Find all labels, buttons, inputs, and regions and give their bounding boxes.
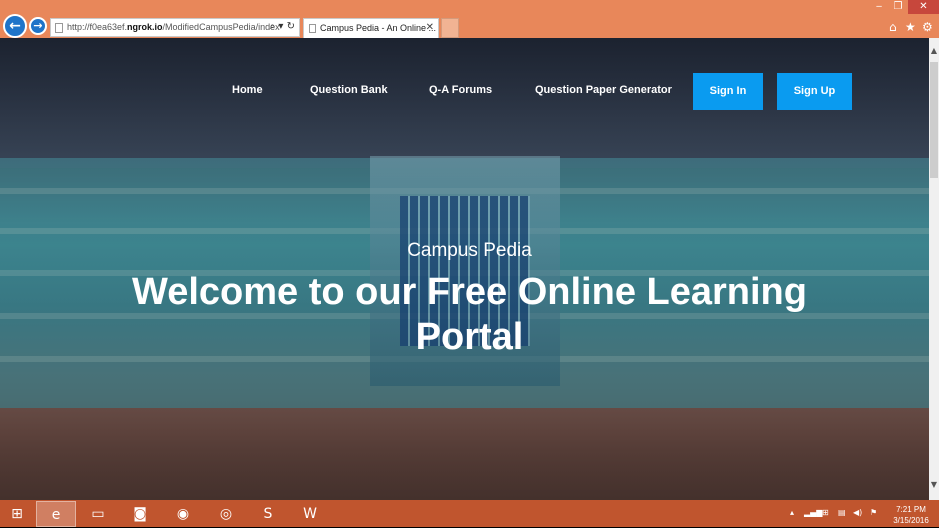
tab-campus-pedia[interactable]: Campus Pedia - An Online ... ✕ bbox=[303, 18, 439, 38]
start-windows-icon[interactable]: ⊞ bbox=[0, 501, 34, 527]
home-icon[interactable]: ⌂ bbox=[889, 20, 897, 34]
restore-icon[interactable]: ❐ bbox=[889, 0, 907, 14]
clock-time: 7:21 PM bbox=[896, 505, 926, 514]
favorites-star-icon[interactable]: ★ bbox=[905, 20, 916, 34]
forward-arrow-icon[interactable]: → bbox=[29, 17, 47, 35]
address-bar[interactable]: http://f0ea63ef.ngrok.io/ModifiedCampusP… bbox=[50, 18, 300, 37]
tab-page-icon bbox=[309, 24, 316, 33]
close-window-icon[interactable]: ✕ bbox=[908, 0, 939, 14]
url-prefix: http://f0ea63ef. bbox=[67, 22, 128, 32]
system-clock[interactable]: 7:21 PM 3/15/2016 bbox=[886, 504, 936, 526]
settings-gear-icon[interactable]: ⚙ bbox=[922, 20, 933, 34]
minimize-icon[interactable]: ‒ bbox=[870, 0, 888, 14]
skype-icon[interactable]: S bbox=[248, 501, 288, 527]
nav-home[interactable]: Home bbox=[232, 84, 263, 96]
clock-date: 3/15/2016 bbox=[893, 516, 929, 525]
tab-close-icon[interactable]: ✕ bbox=[426, 22, 434, 33]
tab-title: Campus Pedia - An Online ... bbox=[320, 23, 437, 33]
store-icon[interactable]: ◙ bbox=[120, 501, 160, 527]
scroll-down-icon[interactable]: ▼ bbox=[929, 480, 939, 492]
search-refresh-icon[interactable]: ⌕ ▾ ↻ bbox=[270, 21, 295, 32]
nav-qa-forums[interactable]: Q-A Forums bbox=[429, 84, 492, 96]
signal-icon[interactable]: ▂▄▆ bbox=[804, 508, 822, 517]
scroll-up-icon[interactable]: ▲ bbox=[929, 46, 939, 58]
brand-name: Campus Pedia bbox=[407, 240, 532, 261]
url-domain: ngrok.io bbox=[127, 22, 163, 32]
nav-question-paper-generator[interactable]: Question Paper Generator bbox=[535, 84, 672, 96]
word-icon[interactable]: W bbox=[290, 501, 330, 527]
hero-headline: Welcome to our Free Online Learning Port… bbox=[132, 271, 807, 358]
show-hidden-icons-icon[interactable]: ▴ bbox=[790, 508, 794, 517]
back-arrow-icon[interactable]: ← bbox=[3, 14, 27, 38]
chrome-icon[interactable]: ◎ bbox=[206, 501, 246, 527]
ground bbox=[0, 408, 929, 500]
windows-flag-icon[interactable]: ⊞ bbox=[822, 508, 829, 517]
scrollbar-thumb[interactable] bbox=[930, 62, 938, 178]
network-icon[interactable]: ▤ bbox=[838, 508, 846, 517]
new-tab-button[interactable] bbox=[441, 18, 459, 38]
action-center-flag-icon[interactable]: ⚑ bbox=[870, 508, 877, 517]
internet-explorer-icon[interactable]: e bbox=[36, 501, 76, 527]
page-icon bbox=[55, 23, 63, 33]
sign-in-button[interactable]: Sign In bbox=[693, 73, 763, 110]
firefox-icon[interactable]: ◉ bbox=[163, 501, 203, 527]
sign-up-button[interactable]: Sign Up bbox=[777, 73, 852, 110]
nav-question-bank[interactable]: Question Bank bbox=[310, 84, 388, 96]
file-explorer-icon[interactable]: ▭ bbox=[78, 501, 118, 527]
url-suffix: /ModifiedCampusPedia/index bbox=[162, 22, 280, 32]
volume-icon[interactable]: ◀) bbox=[853, 508, 862, 517]
